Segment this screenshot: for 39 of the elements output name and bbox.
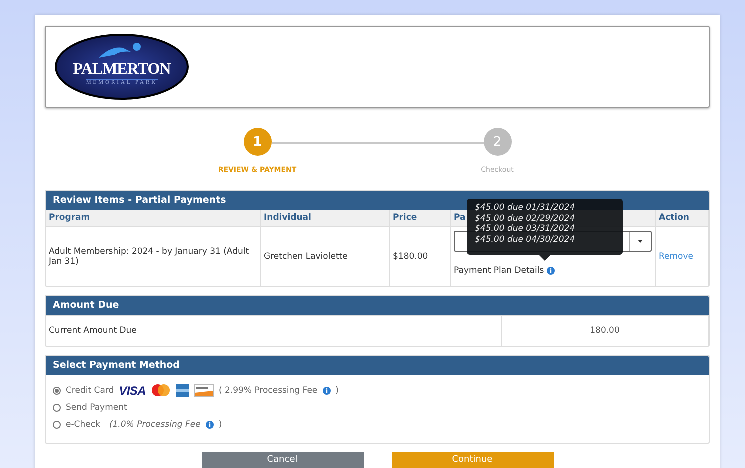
step-circle[interactable]: 2 [484,128,512,156]
tooltip-text: $45.00 due 04/30/2024 [475,234,576,245]
tooltip-text: $45.00 due 03/31/2024 [475,224,576,234]
amex-icon [176,384,189,397]
continue-button[interactable]: Continue [392,452,554,468]
mastercard-icon [150,384,171,397]
caret-icon [638,240,643,243]
column-header: Program [46,210,260,226]
cancel-button[interactable]: Cancel [202,452,364,468]
visa-logo: VISA [119,384,146,398]
column-header: Action [656,210,708,226]
info-icon[interactable] [547,267,556,275]
column-header: Price [390,210,450,226]
fee-note: ( 2.99% Processing Fee [218,386,318,396]
radio-button[interactable] [53,404,61,412]
info-icon[interactable] [322,386,331,394]
fee-note: ) [336,386,339,396]
option-label: Send Payment [66,402,128,412]
table-cell: Gretchen Laviolette [260,226,390,286]
tooltip-text: $45.00 due 02/29/2024 [475,214,576,224]
info-icon[interactable] [206,420,214,428]
radio-button[interactable] [53,386,61,394]
table-cell: $180.00 [390,226,450,286]
option-label: e-Check [66,420,100,430]
option-label: Credit Card [66,386,114,396]
table-cell: Adult Membership: 2024 - by January 31 (Adult Jan 31) [46,226,260,286]
panel-title: Amount Due [46,296,709,315]
remove-link[interactable]: Remove [659,252,694,262]
column-header: Individual [260,210,390,226]
step-circle[interactable]: 1 [244,128,272,156]
fee-note: (1.0% Processing Fee [109,420,201,430]
table-cell: 180.00 [502,316,708,346]
plan-details-label: Payment Plan Details [454,266,544,276]
discover-icon [194,384,214,397]
panel-title: Select Payment Method [46,356,709,375]
table-cell: Current Amount Due [46,316,502,346]
fee-note: ) [218,420,222,430]
radio-button[interactable] [53,420,61,428]
logo-name: PALMERTON [73,62,171,78]
